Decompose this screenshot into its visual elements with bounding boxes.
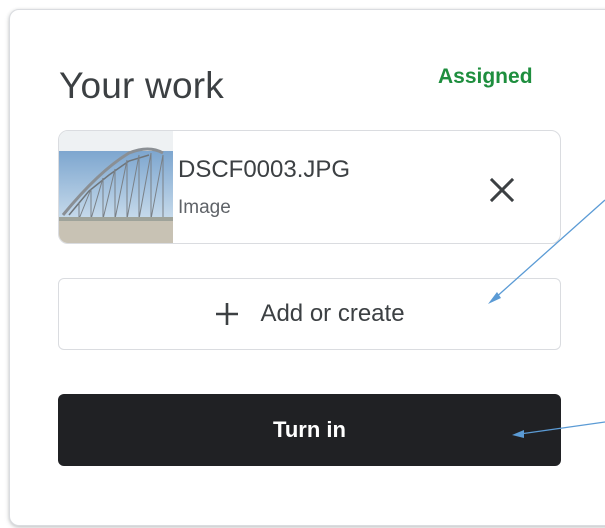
add-or-create-button[interactable]: Add or create	[58, 278, 561, 350]
attachment-file-type: Image	[178, 197, 231, 218]
attachment-item[interactable]: DSCF0003.JPG Image	[58, 130, 561, 244]
plus-icon	[214, 301, 240, 327]
remove-attachment-button[interactable]	[479, 167, 525, 213]
status-badge: Assigned	[438, 65, 533, 88]
roller-coaster-photo-icon	[59, 131, 173, 243]
page-title: Your work	[59, 65, 224, 106]
screen: Your work Assigned DSCF0003.JPG Image Ad…	[0, 0, 605, 528]
thumbnail-image	[59, 131, 173, 243]
attachment-file-name[interactable]: DSCF0003.JPG	[178, 155, 350, 185]
close-icon	[489, 177, 515, 203]
add-or-create-label: Add or create	[260, 300, 405, 327]
turn-in-button[interactable]: Turn in	[58, 394, 561, 466]
turn-in-label: Turn in	[273, 417, 346, 442]
